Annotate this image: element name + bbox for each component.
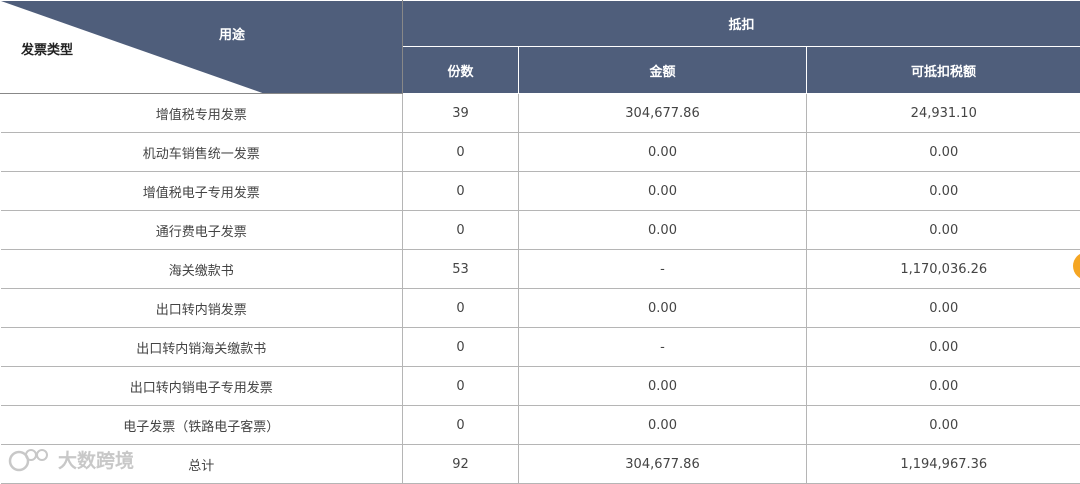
table-row: 增值税电子专用发票 0 0.00 0.00 (1, 172, 1080, 211)
total-amount-cell: 304,677.86 (519, 445, 807, 484)
tax-cell: 0.00 (807, 289, 1080, 328)
total-row: 总计 92 304,677.86 1,194,967.36 (1, 445, 1080, 484)
invoice-deduction-table: 用途 发票类型 抵扣 份数 金额 可抵扣税额 增值税专用发票 39 304,67… (0, 0, 1080, 484)
tax-column-header: 可抵扣税额 (807, 47, 1080, 94)
invoice-type-cell: 增值税专用发票 (1, 94, 403, 133)
watermark: 大数跨境 (8, 446, 134, 473)
table-row: 出口转内销海关缴款书 0 - 0.00 (1, 328, 1080, 367)
invoice-type-cell: 电子发票（铁路电子客票） (1, 406, 403, 445)
count-cell: 53 (403, 250, 519, 289)
tax-cell: 0.00 (807, 211, 1080, 250)
table-row: 电子发票（铁路电子客票） 0 0.00 0.00 (1, 406, 1080, 445)
header-row-1: 用途 发票类型 抵扣 (1, 1, 1080, 47)
invoice-type-cell: 出口转内销发票 (1, 289, 403, 328)
usage-label: 用途 (219, 24, 245, 43)
amount-cell: 0.00 (519, 289, 807, 328)
count-cell: 0 (403, 328, 519, 367)
count-cell: 39 (403, 94, 519, 133)
count-cell: 0 (403, 289, 519, 328)
deduction-group-header: 抵扣 (403, 1, 1080, 47)
count-cell: 0 (403, 211, 519, 250)
count-column-header: 份数 (403, 47, 519, 94)
invoice-type-label: 发票类型 (21, 39, 73, 58)
tax-cell: 0.00 (807, 367, 1080, 406)
table-row: 出口转内销发票 0 0.00 0.00 (1, 289, 1080, 328)
amount-cell: 0.00 (519, 172, 807, 211)
tax-cell: 0.00 (807, 406, 1080, 445)
invoice-type-cell: 机动车销售统一发票 (1, 133, 403, 172)
diagonal-corner-header: 用途 发票类型 (1, 1, 403, 94)
count-cell: 0 (403, 367, 519, 406)
invoice-type-cell: 出口转内销电子专用发票 (1, 367, 403, 406)
tax-cell: 0.00 (807, 133, 1080, 172)
tax-cell: 24,931.10 (807, 94, 1080, 133)
table-row: 增值税专用发票 39 304,677.86 24,931.10 (1, 94, 1080, 133)
amount-cell: 304,677.86 (519, 94, 807, 133)
table-row: 通行费电子发票 0 0.00 0.00 (1, 211, 1080, 250)
tax-cell: 0.00 (807, 328, 1080, 367)
invoice-type-cell: 出口转内销海关缴款书 (1, 328, 403, 367)
amount-column-header: 金额 (519, 47, 807, 94)
table-row: 机动车销售统一发票 0 0.00 0.00 (1, 133, 1080, 172)
table-row: 海关缴款书 53 - 1,170,036.26 (1, 250, 1080, 289)
total-count-cell: 92 (403, 445, 519, 484)
amount-cell: 0.00 (519, 367, 807, 406)
amount-cell: - (519, 250, 807, 289)
amount-cell: 0.00 (519, 133, 807, 172)
tax-cell: 0.00 (807, 172, 1080, 211)
tax-cell: 1,170,036.26 (807, 250, 1080, 289)
total-tax-cell: 1,194,967.36 (807, 445, 1080, 484)
amount-cell: 0.00 (519, 211, 807, 250)
count-cell: 0 (403, 172, 519, 211)
table-row: 出口转内销电子专用发票 0 0.00 0.00 (1, 367, 1080, 406)
amount-cell: - (519, 328, 807, 367)
invoice-type-cell: 通行费电子发票 (1, 211, 403, 250)
invoice-type-cell: 海关缴款书 (1, 250, 403, 289)
count-cell: 0 (403, 406, 519, 445)
count-cell: 0 (403, 133, 519, 172)
watermark-text: 大数跨境 (58, 446, 134, 473)
watermark-logo-icon (8, 447, 54, 473)
invoice-type-cell: 增值税电子专用发票 (1, 172, 403, 211)
amount-cell: 0.00 (519, 406, 807, 445)
